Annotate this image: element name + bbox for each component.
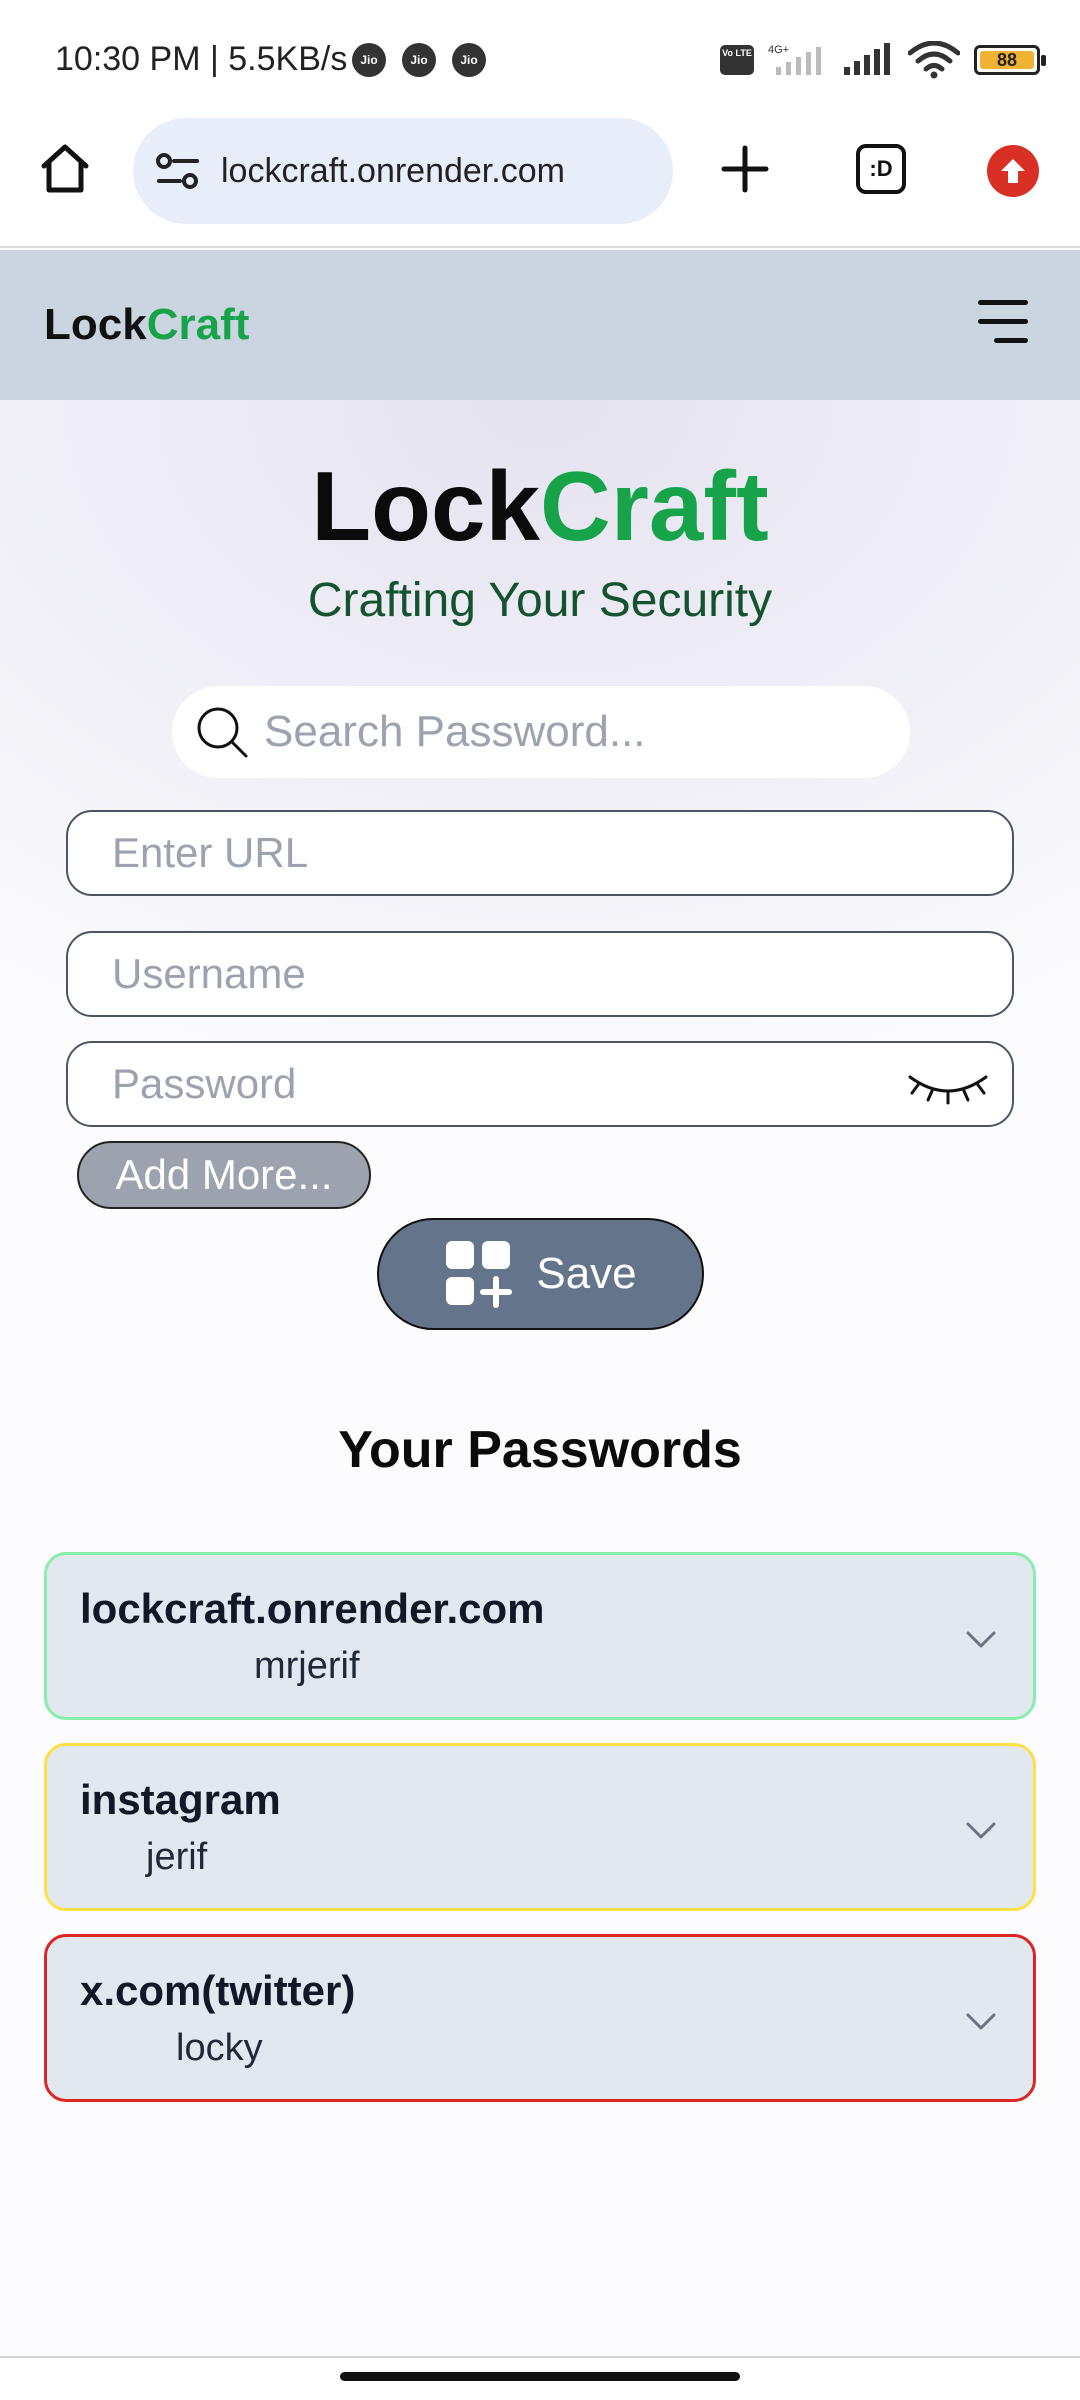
password-input[interactable] — [112, 1060, 892, 1108]
carrier-icon: Jio — [452, 43, 486, 77]
signal-icon — [844, 43, 890, 75]
logo-craft: Craft — [146, 300, 250, 349]
card-site: instagram — [80, 1776, 281, 1823]
search-input[interactable] — [264, 707, 864, 757]
card-site: lockcraft.onrender.com — [80, 1585, 545, 1632]
search-icon — [197, 707, 248, 758]
logo-lock: Lock — [44, 300, 147, 349]
password-card[interactable]: instagram jerif — [44, 1743, 1036, 1911]
volte-icon: Vo LTE — [720, 45, 754, 75]
chevron-down-icon[interactable] — [963, 2003, 999, 2039]
address-bar[interactable]: lockcraft.onrender.com — [133, 118, 673, 224]
carrier-icon: Jio — [352, 43, 386, 77]
hero-subtitle: Crafting Your Security — [307, 574, 773, 627]
browser-toolbar: lockcraft.onrender.com :D — [0, 118, 1080, 248]
home-indicator[interactable] — [340, 2372, 740, 2381]
battery-level: 88 — [980, 50, 1034, 70]
card-username: locky — [176, 2027, 263, 2069]
update-icon[interactable] — [987, 145, 1039, 197]
menu-icon[interactable] — [978, 298, 1030, 346]
battery-icon: 88 — [974, 45, 1046, 75]
status-time: 10:30 PM | 5.5KB/s — [55, 40, 348, 78]
username-field — [66, 931, 1014, 1017]
add-grid-icon — [446, 1241, 513, 1308]
wifi-icon — [908, 41, 960, 79]
network-type-label: 4G+ — [768, 44, 789, 56]
url-field — [66, 810, 1014, 896]
hero-title-craft: Craft — [540, 451, 769, 561]
add-more-button[interactable]: Add More... — [77, 1141, 371, 1209]
tabs-switcher-button[interactable]: :D — [856, 144, 906, 194]
eye-closed-icon[interactable] — [906, 1067, 990, 1107]
password-card[interactable]: lockcraft.onrender.com mrjerif — [44, 1552, 1036, 1720]
status-icons: Vo LTE 4G+ 88 — [720, 38, 1046, 82]
navbar-logo[interactable]: LockCraft — [44, 300, 249, 350]
app-navbar: LockCraft — [0, 250, 1080, 400]
status-bar: 10:30 PM | 5.5KB/s Jio Jio Jio Vo LTE 4G… — [0, 0, 1080, 118]
home-icon[interactable] — [38, 142, 92, 196]
signal-icon: 4G+ — [768, 44, 821, 75]
card-username: jerif — [146, 1836, 208, 1878]
hero-title: LockCraft — [0, 450, 1080, 563]
site-settings-icon[interactable] — [155, 150, 201, 192]
passwords-section-title: Your Passwords — [338, 1421, 742, 1479]
card-username: mrjerif — [254, 1645, 360, 1687]
chevron-down-icon[interactable] — [963, 1812, 999, 1848]
save-button-label: Save — [536, 1249, 637, 1298]
url-text: lockcraft.onrender.com — [221, 151, 565, 190]
save-button[interactable]: Save — [377, 1218, 704, 1330]
divider — [0, 2356, 1080, 2358]
carrier-icon: Jio — [402, 43, 436, 77]
arrow-up-icon — [1001, 159, 1025, 183]
password-card[interactable]: x.com(twitter) locky — [44, 1934, 1036, 2102]
hero-title-lock: Lock — [311, 451, 541, 561]
search-bar — [172, 686, 910, 778]
username-input[interactable] — [112, 950, 892, 998]
main-content: LockCraft Crafting Your Security Add Mor… — [0, 400, 1080, 2355]
card-site: x.com(twitter) — [80, 1967, 356, 2014]
password-field — [66, 1041, 1014, 1127]
chevron-down-icon[interactable] — [963, 1621, 999, 1657]
url-input[interactable] — [112, 829, 892, 877]
new-tab-icon[interactable] — [718, 142, 772, 196]
